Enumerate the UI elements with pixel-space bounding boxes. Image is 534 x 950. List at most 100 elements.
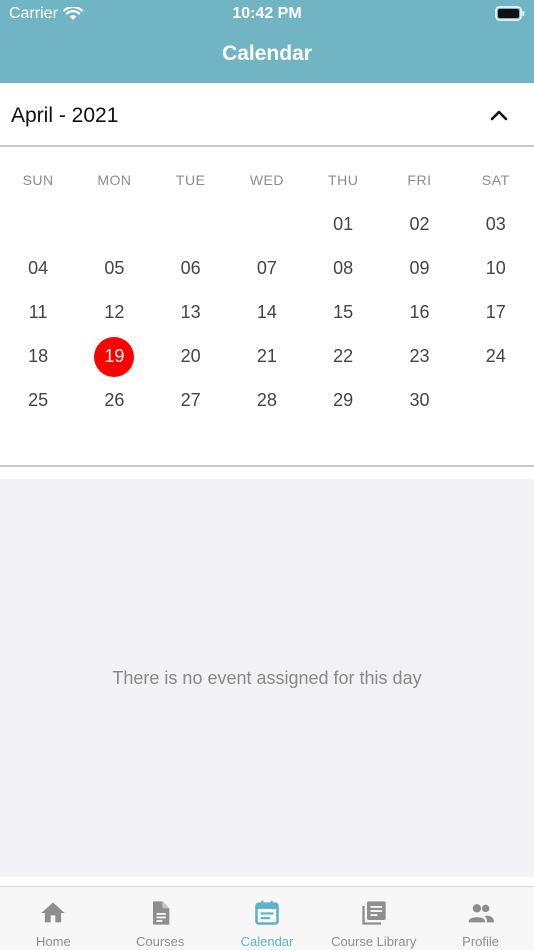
calendar-day[interactable]: 16 (381, 290, 457, 334)
calendar-day-number: 19 (94, 336, 135, 377)
calendar-day-number: 05 (104, 257, 125, 278)
calendar-day-number: 20 (180, 346, 201, 367)
calendar-day-number: 25 (28, 390, 49, 411)
calendar-day[interactable]: 13 (153, 290, 229, 334)
tab-label: Home (36, 934, 71, 949)
weekday-sat: SAT (481, 172, 510, 188)
calendar-day-number: 09 (409, 257, 430, 278)
page-title: Calendar (222, 42, 312, 65)
calendar-day-number: 28 (256, 390, 277, 411)
document-icon (153, 901, 170, 925)
calendar-day-number: 27 (180, 390, 201, 411)
calendar-day[interactable]: 25 (0, 379, 76, 423)
library-icon (362, 901, 386, 925)
weekday-wed: WED (249, 172, 285, 188)
calendar-grid: 01 02 03 04 05 06 07 08 09 10 11 12 13 14 15 16 17 18 19 20… (0, 202, 534, 423)
weekday-tue: TUE (175, 172, 206, 188)
calendar-day[interactable]: 05 (76, 246, 152, 290)
tab-label: Calendar (240, 934, 294, 949)
calendar-day[interactable]: 29 (305, 379, 381, 423)
calendar-day[interactable]: 30 (381, 379, 457, 423)
calendar-day[interactable]: 02 (381, 202, 457, 246)
calendar-day[interactable]: 26 (76, 379, 152, 423)
calendar-day[interactable]: 17 (458, 290, 534, 334)
calendar-day-number: 24 (485, 346, 506, 367)
calendar-day-number: 14 (256, 301, 277, 322)
calendar-day-number: 22 (333, 346, 354, 367)
calendar-day-number: 16 (409, 301, 430, 322)
calendar-day-number: 13 (180, 301, 201, 322)
month-label: April - 2021 (11, 104, 119, 127)
tab-bar: Home Courses Calendar Course Library Pro… (0, 886, 534, 950)
calendar-day-number: 02 (409, 213, 430, 234)
calendar-empty-cell (0, 202, 76, 246)
top-bar: Carrier 10:42 PM Calendar (0, 0, 534, 83)
calendar-day-number: 12 (104, 301, 125, 322)
calendar-day-number: 08 (333, 257, 354, 278)
calendar-day-number: 17 (485, 301, 506, 322)
calendar-day[interactable]: 12 (76, 290, 152, 334)
calendar-day[interactable]: 07 (229, 246, 305, 290)
calendar-day[interactable]: 11 (0, 290, 76, 334)
calendar-empty-cell (229, 202, 305, 246)
calendar-day[interactable]: 14 (229, 290, 305, 334)
calendar-day[interactable]: 01 (305, 202, 381, 246)
calendar-day[interactable]: 21 (229, 335, 305, 379)
calendar-day-number: 03 (485, 213, 506, 234)
tab-profile[interactable]: Profile (427, 887, 534, 950)
tab-label: Course Library (331, 934, 417, 949)
status-bar: Carrier 10:42 PM (0, 0, 534, 28)
empty-events-message: There is no event assigned for this day (112, 668, 422, 688)
calendar-day[interactable]: 08 (305, 246, 381, 290)
weekday-fri: FRI (407, 172, 432, 188)
calendar-day-number: 07 (256, 257, 277, 278)
calendar-day[interactable]: 28 (229, 379, 305, 423)
calendar-day-number: 01 (333, 213, 354, 234)
month-header: April - 2021 (0, 83, 534, 147)
calendar-day-number: 30 (409, 390, 430, 411)
tab-home[interactable]: Home (0, 887, 107, 950)
calendar-day-number: 26 (104, 390, 125, 411)
weekday-thu: THU (328, 172, 359, 188)
calendar-divider (0, 465, 534, 467)
people-icon (468, 904, 494, 923)
tab-label: Profile (462, 934, 500, 949)
tab-courses[interactable]: Courses (107, 887, 214, 950)
calendar-icon (255, 900, 279, 925)
calendar-day[interactable]: 03 (458, 202, 534, 246)
calendar-day[interactable]: 22 (305, 335, 381, 379)
calendar-day-number: 21 (256, 346, 277, 367)
calendar-day-number: 18 (28, 346, 49, 367)
calendar-day-number: 10 (485, 257, 506, 278)
calendar-day-selected[interactable]: 19 (76, 335, 152, 379)
calendar-day[interactable]: 27 (153, 379, 229, 423)
weekday-sun: SUN (22, 172, 54, 188)
calendar-day[interactable]: 24 (458, 335, 534, 379)
status-time: 10:42 PM (232, 5, 302, 22)
tab-course-library[interactable]: Course Library (320, 887, 427, 950)
calendar-day-number: 04 (28, 257, 49, 278)
calendar-day-number: 11 (28, 301, 48, 322)
calendar-day[interactable]: 10 (458, 246, 534, 290)
weekday-mon: MON (97, 172, 132, 188)
calendar-day[interactable]: 04 (0, 246, 76, 290)
weekday-header: SUN MON TUE WED THU FRI SAT (0, 172, 534, 192)
calendar-day[interactable]: 20 (153, 335, 229, 379)
calendar-day[interactable]: 09 (381, 246, 457, 290)
calendar-empty-cell (153, 202, 229, 246)
home-icon (41, 902, 66, 923)
calendar-day[interactable]: 06 (153, 246, 229, 290)
events-panel: There is no event assigned for this day (0, 479, 534, 877)
calendar-day[interactable]: 15 (305, 290, 381, 334)
calendar-day-number: 29 (333, 390, 354, 411)
calendar-day-number: 15 (333, 301, 354, 322)
tab-calendar[interactable]: Calendar (214, 887, 321, 950)
calendar-day[interactable]: 23 (381, 335, 457, 379)
tab-label: Courses (135, 934, 185, 949)
calendar-empty-cell (76, 202, 152, 246)
battery-icon (495, 6, 525, 21)
calendar-day[interactable]: 18 (0, 335, 76, 379)
calendar-day-number: 06 (180, 257, 201, 278)
chevron-up-icon[interactable] (488, 105, 510, 125)
calendar-day-number: 23 (409, 346, 430, 367)
